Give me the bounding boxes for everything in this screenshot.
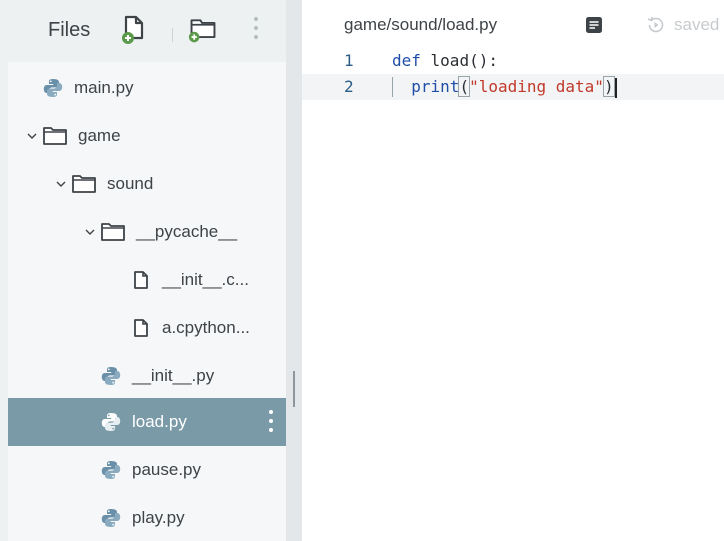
text-cursor [614,77,617,98]
code-token: "loading data" [469,77,604,96]
folder-icon [72,175,96,193]
folder-icon [43,127,67,145]
python-file-icon [101,367,121,385]
file-explorer-header: Files [8,0,286,62]
tree-item-init-py[interactable]: __init__.py [8,352,286,400]
tree-item-sound[interactable]: sound [8,160,286,208]
tree-item-a-cpython[interactable]: a.cpython... [8,304,286,352]
code-token: def [392,51,421,70]
code-token: ( [458,76,471,97]
document-outline-icon[interactable] [583,14,605,36]
new-file-icon[interactable] [120,14,150,46]
chevron-down-icon[interactable] [84,226,96,238]
line-number: 2 [344,77,354,96]
resize-grip[interactable] [293,371,295,407]
code-token: load(): [420,51,498,70]
code-text: def load(): [392,48,498,74]
code-editor[interactable]: 1 def load(): 2 print("loading data") [302,48,724,541]
python-file-icon [101,509,121,527]
files-menu-icon[interactable] [252,17,260,43]
tree-item-label: main.py [74,78,134,97]
editor-file-path[interactable]: game/sound/load.py [344,15,497,35]
tree-item-pause-py[interactable]: pause.py [8,446,286,494]
code-line[interactable]: 1 def load(): [302,48,724,74]
tree-item-label: sound [107,174,154,193]
tree-item-play-py[interactable]: play.py [8,494,286,541]
tree-item-label: a.cpython... [162,318,250,337]
tree-item-pycache[interactable]: __pycache__ [8,208,286,256]
tree-item-label: __init__.c... [162,270,249,289]
chevron-down-icon[interactable] [26,130,38,142]
tree-item-main-py[interactable]: main.py [8,64,286,112]
file-icon [134,319,148,337]
files-title: Files [48,19,91,41]
code-token: ) [602,76,615,97]
file-icon [134,271,148,289]
python-file-icon [101,413,121,431]
tree-item-label: __pycache__ [136,222,238,241]
new-folder-icon[interactable] [188,14,218,46]
panel-resize-handle[interactable] [286,0,302,541]
tree-item-label: game [78,126,121,145]
item-menu-icon[interactable] [268,410,274,434]
folder-icon [101,223,125,241]
tree-item-label: __init__.py [132,366,215,385]
save-status: saved [674,15,720,34]
code-token: print [411,77,460,96]
file-explorer: Files main.py game sound __pycache__ __i… [0,0,286,541]
code-line-active[interactable]: 2 print("loading data") [302,74,724,100]
python-file-icon [43,79,63,97]
tree-item-init-cpython[interactable]: __init__.c... [8,256,286,304]
code-text: print("loading data") [392,74,617,100]
tree-item-game[interactable]: game [8,112,286,160]
line-number: 1 [344,51,354,70]
tree-item-load-py[interactable]: load.py [8,398,286,446]
tree-item-label: pause.py [132,460,201,479]
header-divider [172,28,173,42]
history-icon [647,16,664,33]
tree-item-label: play.py [132,508,185,527]
chevron-down-icon[interactable] [55,178,67,190]
python-file-icon [101,461,121,479]
editor-header: game/sound/load.py saved [302,0,724,52]
tree-item-label: load.py [132,412,187,431]
